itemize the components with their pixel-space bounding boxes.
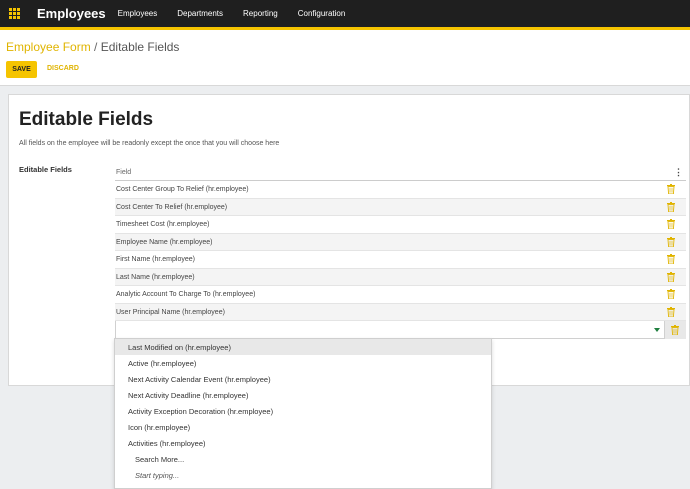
kebab-menu-icon[interactable]: ⋮ <box>674 167 683 178</box>
menu-reporting[interactable]: Reporting <box>243 9 278 18</box>
field-many2one-input[interactable] <box>115 321 665 339</box>
dropdown-option[interactable]: Next Activity Deadline (hr.employee) <box>115 387 491 403</box>
field-cell: Cost Center Group To Relief (hr.employee… <box>116 186 249 193</box>
control-panel: Employee Form / Editable Fields SAVE DIS… <box>0 30 690 86</box>
app-brand[interactable]: Employees <box>37 6 106 21</box>
dropdown-option[interactable]: Activities (hr.employee) <box>115 435 491 451</box>
dropdown-option[interactable]: Next Activity Calendar Event (hr.employe… <box>115 371 491 387</box>
caret-down-icon[interactable] <box>654 328 660 332</box>
editable-fields-table: Field ⋮ Cost Center Group To Relief (hr.… <box>115 163 686 339</box>
new-line-delete[interactable] <box>665 321 686 339</box>
table-row[interactable]: Cost Center To Relief (hr.employee) <box>115 198 686 216</box>
breadcrumb-parent[interactable]: Employee Form <box>6 40 91 54</box>
table-row[interactable]: Last Name (hr.employee) <box>115 268 686 286</box>
table-row[interactable]: Analytic Account To Charge To (hr.employ… <box>115 286 686 304</box>
editable-fields-label: Editable Fields <box>19 165 72 174</box>
trash-icon[interactable] <box>667 184 675 194</box>
field-cell: First Name (hr.employee) <box>116 256 195 263</box>
top-navbar: Employees Employees Departments Reportin… <box>0 0 690 30</box>
page-title: Editable Fields <box>19 109 154 130</box>
column-header-field[interactable]: Field <box>116 169 131 176</box>
table-row[interactable]: First Name (hr.employee) <box>115 251 686 269</box>
start-typing-hint: Start typing... <box>135 470 180 480</box>
dropdown-option[interactable]: Icon (hr.employee) <box>115 419 491 435</box>
field-cell: Timesheet Cost (hr.employee) <box>116 221 210 228</box>
field-cell: Employee Name (hr.employee) <box>116 238 213 246</box>
dropdown-option[interactable]: Active (hr.employee) <box>115 355 491 371</box>
form-description: All fields on the employee will be reado… <box>19 140 280 147</box>
breadcrumb-current: Editable Fields <box>100 40 180 54</box>
table-row[interactable]: Timesheet Cost (hr.employee) <box>115 216 686 234</box>
table-header: Field ⋮ <box>115 163 686 181</box>
table-row[interactable]: Cost Center Group To Relief (hr.employee… <box>115 181 686 199</box>
dropdown-option[interactable]: Last Modified on (hr.employee) <box>115 339 491 355</box>
trash-icon[interactable] <box>667 306 675 317</box>
trash-icon[interactable] <box>667 201 675 212</box>
discard-button[interactable]: DISCARD <box>47 65 79 72</box>
apps-grid-icon[interactable] <box>2 0 26 27</box>
breadcrumb: Employee Form / Editable Fields <box>6 40 179 54</box>
search-more-link[interactable]: Search More... <box>115 451 491 467</box>
table-row[interactable]: Employee Name (hr.employee) <box>115 233 686 251</box>
field-cell: Cost Center To Relief (hr.employee) <box>116 203 228 211</box>
field-cell: Last Name (hr.employee) <box>116 273 195 281</box>
breadcrumb-separator: / <box>90 40 101 54</box>
trash-icon[interactable] <box>667 271 675 282</box>
menu-departments[interactable]: Departments <box>177 9 223 18</box>
trash-icon[interactable] <box>667 236 675 247</box>
field-cell: User Principal Name (hr.employee) <box>116 308 225 316</box>
new-line-row <box>115 321 686 339</box>
trash-icon[interactable] <box>667 219 675 229</box>
menu-configuration[interactable]: Configuration <box>298 9 346 18</box>
field-cell: Analytic Account To Charge To (hr.employ… <box>116 291 256 298</box>
menu-employees[interactable]: Employees <box>118 9 158 18</box>
dropdown-option[interactable]: Activity Exception Decoration (hr.employ… <box>115 403 491 419</box>
save-button[interactable]: SAVE <box>6 61 37 78</box>
trash-icon[interactable] <box>671 325 679 335</box>
autocomplete-dropdown: Last Modified on (hr.employee) Active (hr… <box>114 338 492 489</box>
trash-icon[interactable] <box>667 289 675 299</box>
table-row[interactable]: User Principal Name (hr.employee) <box>115 303 686 321</box>
trash-icon[interactable] <box>667 254 675 264</box>
